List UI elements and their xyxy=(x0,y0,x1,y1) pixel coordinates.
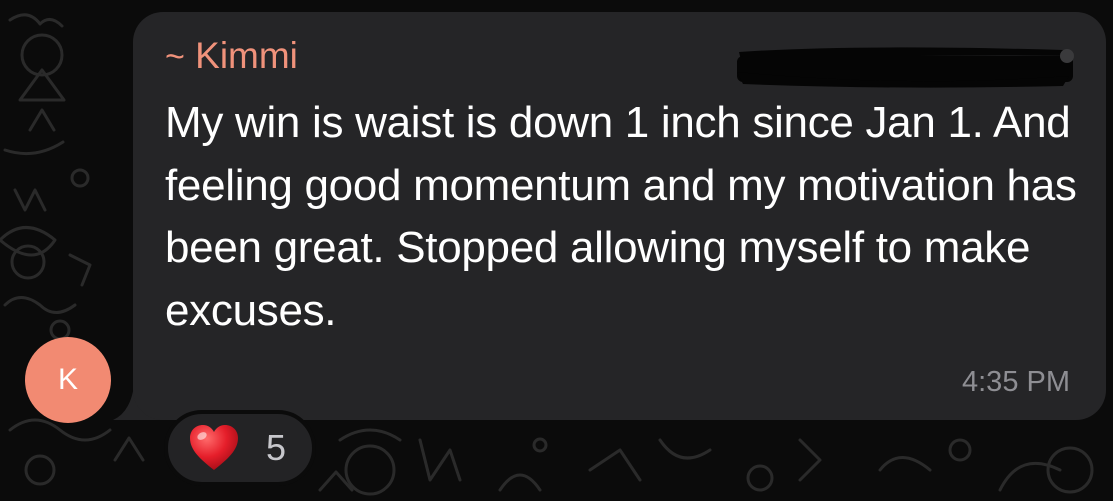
message-text: My win is waist is down 1 inch since Jan… xyxy=(165,98,1077,335)
sender-name-text: Kimmi xyxy=(195,35,298,76)
message-timestamp: 4:35 PM xyxy=(962,366,1070,398)
reaction-count: 5 xyxy=(266,427,287,468)
sender-avatar[interactable]: K xyxy=(25,337,111,423)
sender-name[interactable]: ~ Kimmi xyxy=(165,34,298,79)
sender-prefix: ~ xyxy=(165,38,185,76)
red-heart-icon xyxy=(190,425,238,470)
avatar-initial: K xyxy=(57,363,78,396)
reaction-pill[interactable]: 5 xyxy=(164,410,316,486)
message-bubble[interactable]: ~ Kimmi My win is waist is down 1 inch s… xyxy=(133,12,1106,420)
redacted-phone-number-scribble xyxy=(737,47,1074,88)
